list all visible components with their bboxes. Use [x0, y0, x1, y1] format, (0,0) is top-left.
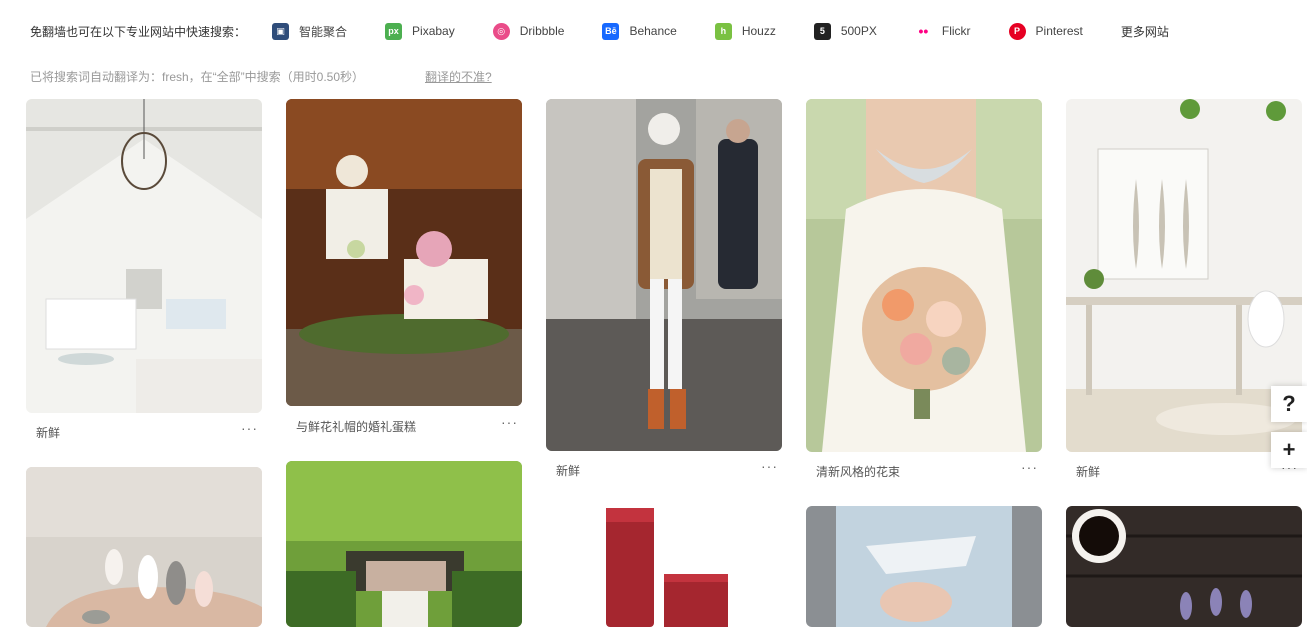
more-options-icon[interactable]: ··· [1021, 459, 1038, 475]
caption-text: 新鲜 [556, 464, 581, 478]
image-card[interactable] [546, 490, 782, 627]
site-smart-aggregate[interactable]: ▣ 智能聚合 [272, 22, 348, 40]
wedding-cake-image [286, 99, 522, 406]
site-houzz[interactable]: h Houzz [714, 22, 776, 40]
site-pixabay[interactable]: px Pixabay [385, 22, 455, 40]
living-room-image [26, 99, 262, 413]
site-label: 500PX [840, 24, 877, 38]
help-icon: ? [1282, 391, 1296, 416]
site-label: Houzz [741, 24, 776, 38]
caption-text: 新鲜 [36, 426, 61, 440]
flickr-icon: •• [914, 22, 932, 40]
image-card[interactable] [546, 99, 782, 451]
image-card[interactable] [286, 99, 522, 406]
dribbble-icon: ◎ [492, 22, 510, 40]
image-card[interactable] [1066, 99, 1302, 452]
site-label: Pinterest [1035, 24, 1083, 38]
plus-icon: + [1282, 437, 1296, 462]
more-options-icon[interactable]: ··· [761, 458, 778, 474]
caption-text: 新鲜 [1076, 465, 1101, 479]
street-fashion-image [546, 99, 782, 451]
pinterest-icon: P [1008, 22, 1026, 40]
white-desk-room-image [1066, 99, 1302, 452]
translation-feedback-link[interactable]: 翻译的不准? [425, 68, 492, 85]
lipstick-image [546, 490, 782, 627]
more-sites-link[interactable]: 更多网站 [1121, 23, 1169, 40]
caption-text: 与鲜花礼帽的婚礼蛋糕 [296, 420, 417, 434]
quick-search-intro: 免翻墙也可在以下专业网站中快速搜索： [30, 24, 247, 39]
site-pinterest[interactable]: P Pinterest [1008, 22, 1083, 40]
garden-image [286, 461, 522, 627]
image-card[interactable] [286, 461, 522, 627]
ripped-jeans-image [806, 506, 1042, 627]
more-options-icon[interactable]: ··· [241, 420, 258, 436]
add-button[interactable]: + [1271, 432, 1307, 468]
quick-search-bar: 免翻墙也可在以下专业网站中快速搜索： ▣ 智能聚合 px Pixabay ◎ D… [30, 18, 1169, 44]
nails-image [26, 467, 262, 627]
site-behance[interactable]: Bē Behance [602, 22, 677, 40]
image-card[interactable] [26, 99, 262, 413]
image-card[interactable] [806, 506, 1042, 627]
more-options-icon[interactable]: ··· [501, 414, 518, 430]
behance-icon: Bē [602, 22, 620, 40]
500px-icon: 5 [813, 22, 831, 40]
site-label: Pixabay [412, 24, 455, 38]
image-card[interactable] [806, 99, 1042, 452]
bridal-bouquet-image [806, 99, 1042, 452]
site-dribbble[interactable]: ◎ Dribbble [492, 22, 565, 40]
image-card[interactable] [26, 467, 262, 627]
help-button[interactable]: ? [1271, 386, 1307, 422]
site-label: Dribbble [519, 24, 565, 38]
pixabay-icon: px [385, 22, 403, 40]
translation-text: 已将搜索词自动翻译为：fresh，在“全部”中搜索（用时0.50秒） [30, 70, 365, 84]
coffee-lavender-image [1066, 506, 1302, 627]
site-500px[interactable]: 5 500PX [813, 22, 877, 40]
houzz-icon: h [714, 22, 732, 40]
site-label: Behance [629, 24, 677, 38]
site-label: 智能聚合 [299, 24, 348, 39]
image-card[interactable] [1066, 506, 1302, 627]
smart-aggregate-icon: ▣ [272, 22, 290, 40]
site-flickr[interactable]: •• Flickr [914, 22, 971, 40]
translation-notice: 已将搜索词自动翻译为：fresh，在“全部”中搜索（用时0.50秒） 翻译的不准… [30, 68, 492, 85]
caption-text: 清新风格的花束 [816, 465, 901, 479]
site-label: Flickr [941, 24, 971, 38]
